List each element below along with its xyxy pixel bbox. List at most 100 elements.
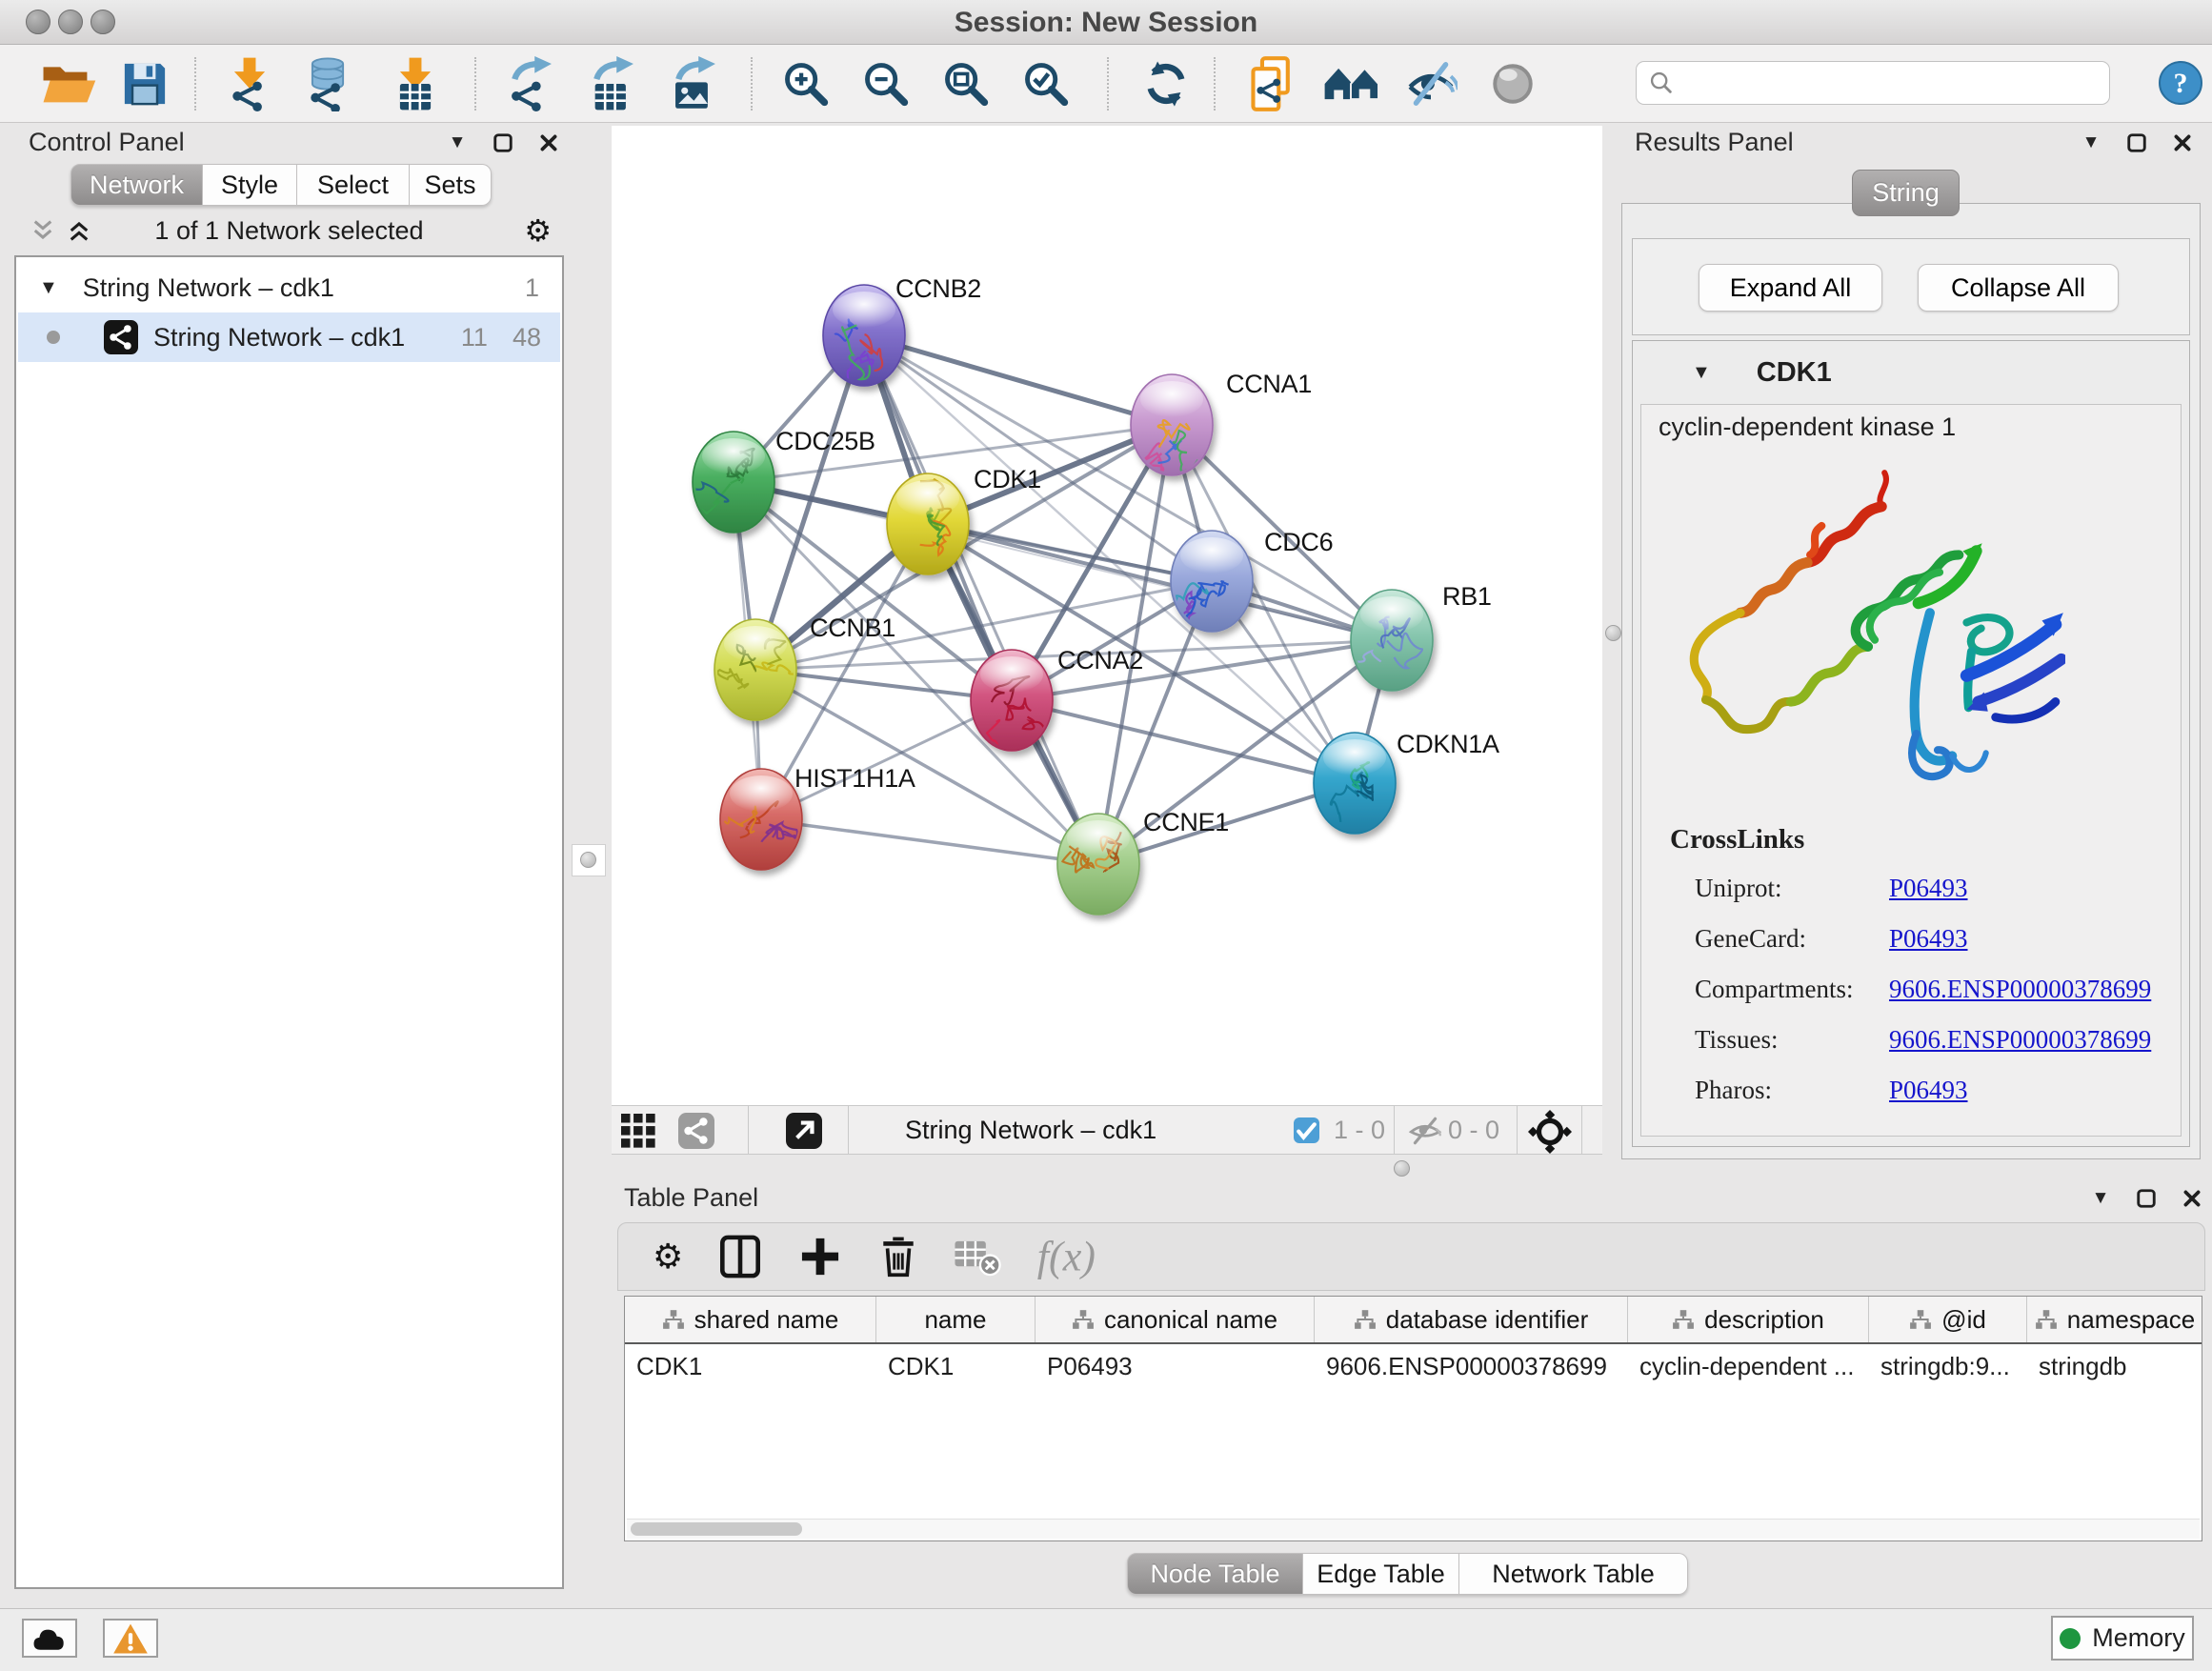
save-session-button[interactable]	[114, 53, 175, 114]
table-cell[interactable]: CDK1	[876, 1344, 1036, 1388]
node-gloss	[1067, 820, 1130, 856]
control-panel-float-button[interactable]	[493, 132, 513, 153]
export-table-button[interactable]	[583, 53, 644, 114]
table-cell[interactable]: stringdb:9...	[1869, 1344, 2027, 1388]
table-cell[interactable]: cyclin-dependent ...	[1628, 1344, 1869, 1388]
add-column-icon[interactable]	[799, 1236, 841, 1278]
section-collapse-icon[interactable]: ▼	[1692, 362, 1711, 384]
table-cell[interactable]: 9606.ENSP00000378699	[1315, 1344, 1628, 1388]
search-field[interactable]	[1636, 61, 2110, 105]
zoom-in-button[interactable]	[775, 53, 836, 114]
node-details-header[interactable]: ▼ CDK1	[1633, 341, 2189, 404]
tab-edge-table[interactable]: Edge Table	[1303, 1553, 1459, 1595]
column-header-shared-name[interactable]: shared name	[625, 1297, 876, 1342]
bottom-splitter-grip[interactable]	[1394, 1160, 1410, 1177]
table-horizontal-scrollbar[interactable]	[627, 1519, 2200, 1539]
export-image-icon	[669, 56, 722, 111]
zoom-out-button[interactable]	[855, 53, 916, 114]
import-network-from-database-button[interactable]	[297, 53, 358, 114]
network-row-selected[interactable]: String Network – cdk1 11 48	[18, 312, 560, 362]
results-panel-close-button[interactable]	[2172, 132, 2193, 153]
first-neighbors-button[interactable]	[1320, 53, 1381, 114]
crosslink-value-link[interactable]: 9606.ENSP00000378699	[1889, 975, 2151, 1004]
table-panel-float-button[interactable]	[2136, 1188, 2157, 1209]
graph-edge[interactable]	[761, 819, 1098, 864]
help-button[interactable]: ?	[2158, 60, 2203, 106]
graph-edge[interactable]	[864, 335, 1172, 425]
refresh-network-button[interactable]	[1136, 53, 1196, 114]
tab-string[interactable]: String	[1852, 170, 1960, 216]
tree-collapse-icon[interactable]: ▼	[39, 277, 58, 299]
zoom-fit-button[interactable]	[935, 53, 996, 114]
zoom-selected-button[interactable]	[1016, 53, 1076, 114]
column-header-label: database identifier	[1386, 1305, 1588, 1335]
tab-style[interactable]: Style	[203, 164, 297, 206]
crosslink-value-link[interactable]: P06493	[1889, 874, 1968, 903]
table-cell[interactable]: CDK1	[625, 1344, 876, 1388]
selected-checkbox-icon[interactable]	[1294, 1117, 1319, 1143]
crosslink-value-link[interactable]: P06493	[1889, 924, 1968, 954]
table-row[interactable]: CDK1CDK1P064939606.ENSP00000378699cyclin…	[625, 1344, 2202, 1388]
expand-all-button[interactable]: Expand All	[1699, 264, 1882, 312]
toolbar-separator	[474, 57, 476, 111]
open-file-button[interactable]	[38, 53, 99, 114]
scrollbar-thumb[interactable]	[631, 1522, 802, 1536]
table-panel-close-button[interactable]	[2182, 1188, 2202, 1209]
show-all-button[interactable]	[1482, 53, 1543, 114]
tab-network-table[interactable]: Network Table	[1459, 1553, 1688, 1595]
show-grid-icon[interactable]	[621, 1114, 657, 1150]
node-gloss	[1323, 739, 1386, 775]
cloud-status-button[interactable]	[22, 1619, 77, 1658]
crosslink-value-link[interactable]: 9606.ENSP00000378699	[1889, 1025, 2151, 1055]
table-cell[interactable]: P06493	[1036, 1344, 1315, 1388]
zoom-out-icon	[861, 59, 911, 109]
column-header-canonical-name[interactable]: canonical name	[1036, 1297, 1315, 1342]
control-panel-menu-button[interactable]: ▼	[447, 132, 468, 153]
column-header-description[interactable]: description	[1628, 1297, 1869, 1342]
hide-selected-button[interactable]	[1400, 53, 1461, 114]
protein-structure-image	[1675, 458, 2065, 801]
delete-column-icon[interactable]	[879, 1235, 917, 1278]
column-header-name[interactable]: name	[876, 1297, 1036, 1342]
duplicate-network-icon	[1247, 55, 1298, 112]
node-gloss	[730, 775, 793, 812]
tab-sets[interactable]: Sets	[410, 164, 492, 206]
table-options-gear-icon[interactable]: ⚙	[653, 1237, 683, 1277]
results-panel-menu-button[interactable]: ▼	[2081, 132, 2101, 153]
memory-button[interactable]: Memory	[2051, 1616, 2194, 1661]
table-panel-menu-button[interactable]: ▼	[2090, 1188, 2111, 1209]
search-input[interactable]	[1682, 68, 2109, 99]
tab-network[interactable]: Network	[70, 164, 203, 206]
crosslink-row: Uniprot: P06493	[1641, 874, 2181, 924]
network-options-gear-icon[interactable]: ⚙	[524, 212, 552, 249]
export-network-button[interactable]	[501, 53, 562, 114]
crosslink-label: Tissues:	[1695, 1025, 1779, 1055]
export-image-button[interactable]	[665, 53, 726, 114]
left-splitter[interactable]	[572, 844, 606, 876]
svg-text:f(x): f(x)	[1037, 1234, 1096, 1280]
table-cell[interactable]: stringdb	[2027, 1344, 2202, 1388]
tab-select[interactable]: Select	[297, 164, 410, 206]
column-header-namespace[interactable]: namespace	[2027, 1297, 2202, 1342]
network-canvas[interactable]: CCNB2 CCNA1 CDC25B CDK1 CDC6 RB1 CCNB1	[612, 126, 1602, 1105]
duplicate-network-button[interactable]	[1242, 53, 1303, 114]
column-header-id[interactable]: @id	[1869, 1297, 2027, 1342]
collapse-all-button[interactable]: Collapse All	[1918, 264, 2119, 312]
results-panel-float-button[interactable]	[2126, 132, 2147, 153]
tab-node-table[interactable]: Node Table	[1127, 1553, 1303, 1595]
crosslink-value-link[interactable]: P06493	[1889, 1076, 1968, 1105]
control-panel-close-button[interactable]	[538, 132, 559, 153]
network-collection-row[interactable]: ▼ String Network – cdk1 1	[18, 265, 560, 311]
show-columns-icon[interactable]	[719, 1235, 761, 1278]
network-overview-icon[interactable]	[678, 1113, 714, 1149]
import-table-from-file-button[interactable]	[385, 53, 446, 114]
node-gloss	[1140, 381, 1203, 417]
export-view-icon[interactable]	[786, 1113, 822, 1149]
search-icon	[1648, 70, 1675, 96]
column-header-database-identifier[interactable]: database identifier	[1315, 1297, 1628, 1342]
import-network-from-file-button[interactable]	[219, 53, 280, 114]
node-gloss	[1360, 596, 1423, 633]
warnings-button[interactable]	[103, 1619, 158, 1658]
import-table-icon	[389, 56, 442, 111]
birdseye-view-icon[interactable]	[1528, 1110, 1572, 1154]
